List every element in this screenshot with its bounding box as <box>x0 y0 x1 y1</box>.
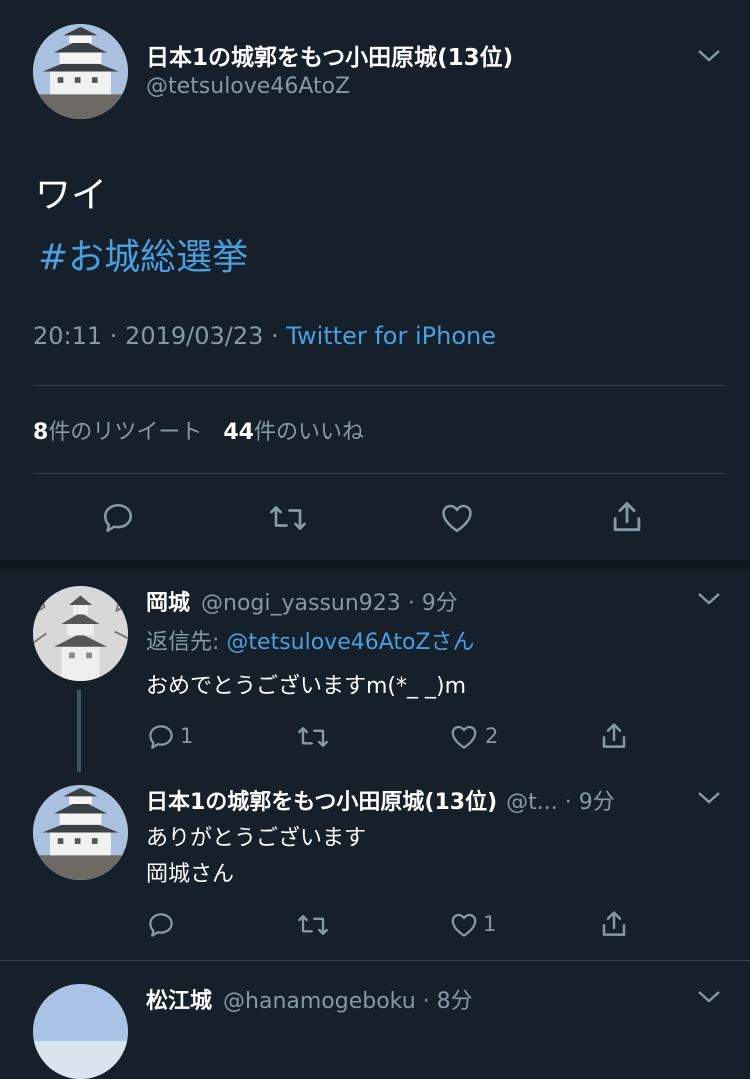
avatar[interactable] <box>33 984 128 1079</box>
reply-header: 松江城 @hanamogeboku · 8分 <box>146 983 473 1015</box>
divider <box>0 960 750 961</box>
display-name[interactable]: 岡城 <box>146 591 190 616</box>
retweet-icon[interactable] <box>296 722 330 752</box>
reply-text: おめでとうございますm(*_ _)m <box>146 674 467 699</box>
like-stat[interactable]: 44件のいいね <box>223 420 364 445</box>
section-divider <box>0 560 750 570</box>
tweet-meta: 20:11 · 2019/03/23 · Twitter for iPhone <box>33 322 496 350</box>
reply-header: 日本1の城郭をもつ小田原城(13位) @t... · 9分 <box>146 784 615 816</box>
timestamp: 20:11 · 2019/03/23 · <box>33 322 279 350</box>
like-icon[interactable] <box>448 910 480 940</box>
timestamp[interactable]: · 9分 <box>408 591 458 616</box>
reply-text-line: ありがとうございます <box>146 826 367 851</box>
tweet-text: ワイ <box>35 175 108 216</box>
reply-text-line: 岡城さん <box>146 862 235 887</box>
chevron-down-icon[interactable] <box>696 48 722 64</box>
chevron-down-icon[interactable] <box>696 989 722 1005</box>
timestamp[interactable]: · 9分 <box>565 790 615 815</box>
like-count: 44 <box>223 420 254 445</box>
share-icon[interactable] <box>598 720 630 752</box>
retweet-label: 件のリツイート <box>48 420 203 445</box>
share-icon[interactable] <box>598 908 630 940</box>
avatar[interactable] <box>33 785 128 880</box>
source-link[interactable]: Twitter for iPhone <box>286 322 496 350</box>
chevron-down-icon[interactable] <box>696 790 722 806</box>
retweet-icon[interactable] <box>296 910 330 940</box>
share-icon[interactable] <box>608 498 646 536</box>
mention-link[interactable]: @tetsulove46AtoZさん <box>226 630 474 655</box>
reply-icon[interactable] <box>146 910 176 940</box>
handle[interactable]: @hanamogeboku <box>223 989 416 1014</box>
replying-to: 返信先: @tetsulove46AtoZさん <box>146 624 475 656</box>
reply-icon[interactable] <box>146 722 176 752</box>
chevron-down-icon[interactable] <box>696 591 722 607</box>
like-count: 1 <box>483 912 497 936</box>
like-label: 件のいいね <box>253 420 364 445</box>
replying-to-label: 返信先: <box>146 630 220 655</box>
retweet-icon[interactable] <box>268 500 308 536</box>
engagement-stats: 8件のリツイート 44件のいいね <box>33 414 364 446</box>
handle[interactable]: @tetsulove46AtoZ <box>146 74 350 99</box>
hashtag-link[interactable]: #お城総選挙 <box>38 228 248 280</box>
reply-count: 1 <box>180 724 194 748</box>
display-name[interactable]: 日本1の城郭をもつ小田原城(13位) <box>146 790 497 815</box>
handle[interactable]: @nogi_yassun923 <box>201 591 401 616</box>
like-icon[interactable] <box>438 500 476 536</box>
avatar[interactable] <box>33 586 128 681</box>
handle[interactable]: @t... <box>506 790 558 815</box>
retweet-stat[interactable]: 8件のリツイート <box>33 420 209 445</box>
like-count: 2 <box>485 724 499 748</box>
timestamp[interactable]: · 8分 <box>423 989 473 1014</box>
display-name[interactable]: 松江城 <box>146 989 212 1014</box>
retweet-count: 8 <box>33 420 49 445</box>
avatar[interactable] <box>33 24 128 119</box>
reply-icon[interactable] <box>100 500 136 536</box>
display-name[interactable]: 日本1の城郭をもつ小田原城(13位) <box>146 38 513 72</box>
divider <box>33 473 726 474</box>
reply-header: 岡城 @nogi_yassun923 · 9分 <box>146 585 458 617</box>
thread-connector <box>77 690 81 772</box>
like-icon[interactable] <box>448 722 480 752</box>
divider <box>33 385 726 386</box>
